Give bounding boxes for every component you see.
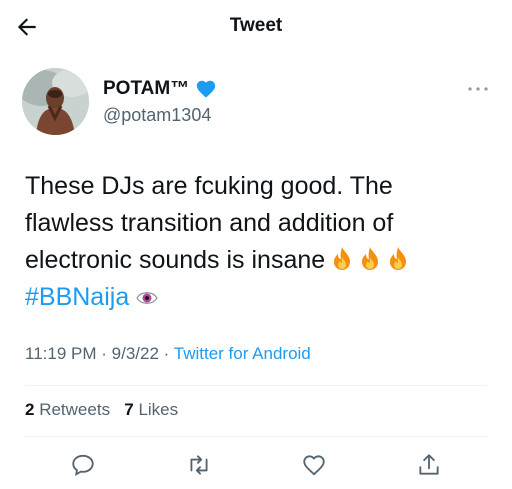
retweets-stat[interactable]: 2 Retweets [25,400,110,419]
retweets-count: 2 [25,400,35,419]
meta-separator: · [101,344,107,363]
tweet-line: flawless transition and addition of [25,209,394,237]
tweet-source-link[interactable]: Twitter for Android [174,344,311,363]
divider [25,436,487,437]
tweet-line: #BBNaija 👁 [25,279,495,316]
reply-icon[interactable] [70,452,96,478]
avatar[interactable] [22,68,89,135]
more-options-icon[interactable] [466,82,490,96]
divider [25,385,487,386]
avatar-image [22,68,89,135]
retweets-label: Retweets [39,400,111,419]
top-bar: Tweet [0,0,512,52]
fire-icon [334,247,351,270]
tweet-meta: 11:19 PM · 9/3/22 · Twitter for Android [25,344,311,364]
tweet-text: These DJs are fcuking good. The flawless… [25,168,495,316]
retweet-icon[interactable] [186,452,212,478]
eye-icon [136,292,158,304]
author-name-row: POTAM™ [103,78,217,100]
tweet-time[interactable]: 11:19 PM [25,344,97,363]
like-icon[interactable] [301,452,327,478]
share-icon[interactable] [416,452,442,478]
likes-count: 7 [124,400,134,419]
author-name[interactable]: POTAM™ [103,78,189,100]
meta-separator: · [163,344,170,363]
engagement-stats: 2 Retweets 7 Likes [25,400,178,420]
hashtag-link[interactable]: #BBNaija [25,283,129,311]
tweet-line: electronic sounds is insane🔥🔥🔥 [25,242,495,279]
tweet-line-text: electronic sounds is insane [25,246,326,274]
blue-heart-icon [197,80,216,98]
likes-stat[interactable]: 7 Likes [124,400,178,419]
author-handle[interactable]: @potam1304 [103,105,211,126]
tweet-line: These DJs are fcuking good. The [25,172,393,200]
tweet-date[interactable]: 9/3/22 [112,344,159,363]
likes-label: Likes [138,400,179,419]
page-title: Tweet [229,15,283,36]
fire-icon [362,247,379,270]
action-bar [0,448,512,480]
fire-icon [390,247,407,270]
